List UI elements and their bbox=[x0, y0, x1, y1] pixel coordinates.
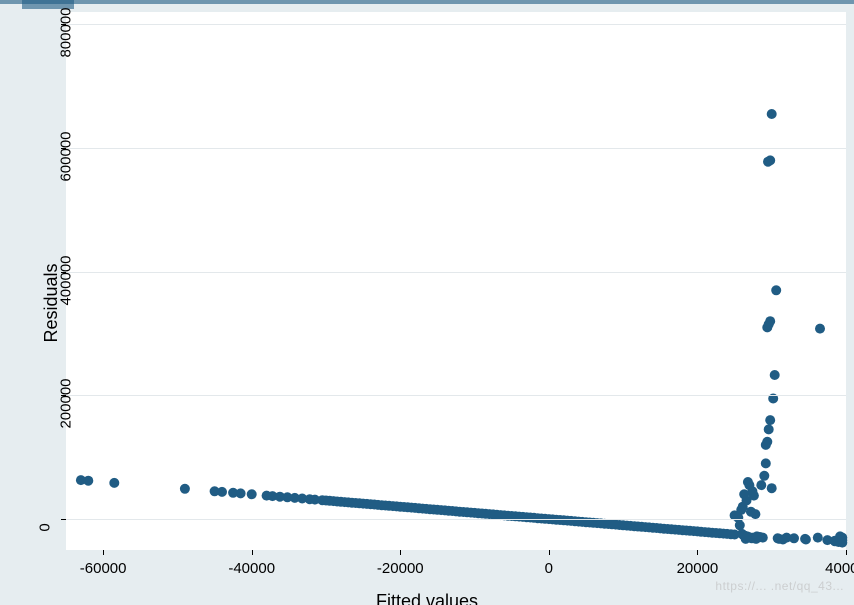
data-point bbox=[762, 437, 772, 447]
data-point bbox=[236, 488, 246, 498]
data-point bbox=[217, 487, 227, 497]
y-tick-label: 400000 bbox=[58, 255, 75, 305]
data-point bbox=[765, 155, 775, 165]
gridline bbox=[66, 272, 846, 273]
x-tick-mark bbox=[549, 550, 550, 555]
x-tick-label: 40000 bbox=[825, 560, 854, 577]
data-point bbox=[83, 476, 93, 486]
data-point bbox=[789, 533, 799, 543]
y-tick-label: 800000 bbox=[58, 8, 75, 58]
y-tick-label: 0 bbox=[37, 523, 54, 531]
y-tick-label: 600000 bbox=[58, 132, 75, 182]
data-point bbox=[813, 533, 823, 543]
data-point bbox=[815, 324, 825, 334]
data-point bbox=[758, 533, 768, 543]
y-tick-label: 200000 bbox=[58, 379, 75, 429]
data-point bbox=[247, 489, 257, 499]
chart-container: Residuals Fitted values https://... .net… bbox=[0, 0, 854, 605]
x-tick-label: -60000 bbox=[80, 560, 127, 577]
y-tick-mark bbox=[61, 519, 66, 520]
data-point bbox=[109, 478, 119, 488]
data-point bbox=[765, 415, 775, 425]
top-frame-border bbox=[0, 0, 854, 4]
x-tick-mark bbox=[103, 550, 104, 555]
data-point bbox=[180, 484, 190, 494]
data-point bbox=[764, 424, 774, 434]
x-tick-label: -20000 bbox=[377, 560, 424, 577]
gridline bbox=[66, 519, 846, 520]
data-point bbox=[770, 370, 780, 380]
gridline bbox=[66, 395, 846, 396]
data-point bbox=[771, 285, 781, 295]
data-point bbox=[801, 535, 811, 545]
data-point bbox=[756, 480, 766, 490]
data-point bbox=[761, 458, 771, 468]
gridline bbox=[66, 148, 846, 149]
data-point bbox=[750, 509, 760, 519]
x-tick-mark bbox=[400, 550, 401, 555]
x-tick-mark bbox=[697, 550, 698, 555]
x-tick-mark bbox=[846, 550, 847, 555]
x-tick-label: -40000 bbox=[228, 560, 275, 577]
data-point bbox=[767, 109, 777, 119]
scatter-points bbox=[66, 12, 846, 550]
data-point bbox=[749, 491, 759, 501]
x-axis-title: Fitted values bbox=[376, 591, 478, 605]
x-tick-label: 0 bbox=[545, 560, 553, 577]
data-point bbox=[765, 316, 775, 326]
x-tick-label: 20000 bbox=[677, 560, 719, 577]
x-tick-mark bbox=[252, 550, 253, 555]
gridline bbox=[66, 24, 846, 25]
plot-area bbox=[66, 12, 846, 550]
data-point bbox=[759, 471, 769, 481]
watermark: https://... .net/qq_43... bbox=[715, 579, 844, 593]
data-point bbox=[735, 520, 745, 530]
data-point bbox=[837, 535, 847, 545]
data-point bbox=[767, 483, 777, 493]
